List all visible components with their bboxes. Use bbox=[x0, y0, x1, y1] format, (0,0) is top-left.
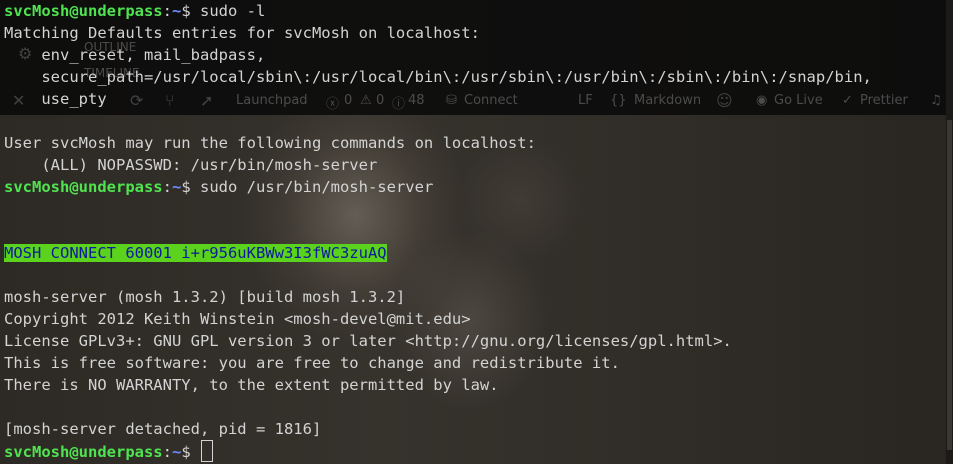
text-cursor[interactable] bbox=[201, 440, 213, 462]
prompt-user-host: svcMosh@underpass bbox=[4, 2, 163, 20]
prompt-symbol: $ bbox=[181, 443, 200, 461]
scrollbar[interactable] bbox=[946, 0, 953, 464]
prompt-user-host: svcMosh@underpass bbox=[4, 443, 163, 461]
output-line: Matching Defaults entries for svcMosh on… bbox=[4, 24, 480, 42]
prompt-path: ~ bbox=[171, 443, 182, 461]
terminal-output[interactable]: svcMosh@underpass:~$ sudo -l Matching Def… bbox=[4, 0, 943, 462]
output-line: Copyright 2012 Keith Winstein <mosh-deve… bbox=[4, 310, 471, 328]
output-line: secure_path=/usr/local/sbin\:/usr/local/… bbox=[4, 68, 872, 86]
prompt-separator: : bbox=[162, 178, 172, 196]
output-line: [mosh-server detached, pid = 1816] bbox=[4, 420, 322, 438]
output-line: (ALL) NOPASSWD: /usr/bin/mosh-server bbox=[4, 156, 378, 174]
output-line: env_reset, mail_badpass, bbox=[4, 46, 266, 64]
prompt-path: ~ bbox=[171, 2, 182, 20]
output-line: License GPLv3+: GNU GPL version 3 or lat… bbox=[4, 332, 732, 350]
prompt-line: svcMosh@underpass:~$ sudo -l bbox=[4, 0, 943, 22]
prompt-symbol: $ bbox=[181, 178, 200, 196]
prompt-symbol: $ bbox=[181, 2, 200, 20]
prompt-line: svcMosh@underpass:~$ bbox=[4, 440, 943, 462]
prompt-separator: : bbox=[162, 443, 172, 461]
prompt-path: ~ bbox=[171, 178, 182, 196]
scrollbar-thumb[interactable] bbox=[947, 120, 952, 450]
command-text: sudo /usr/bin/mosh-server bbox=[200, 178, 434, 196]
output-line: mosh-server (mosh 1.3.2) [build mosh 1.3… bbox=[4, 288, 406, 306]
output-line: There is NO WARRANTY, to the extent perm… bbox=[4, 376, 499, 394]
output-line: This is free software: you are free to c… bbox=[4, 354, 620, 372]
prompt-user-host: svcMosh@underpass bbox=[4, 178, 163, 196]
prompt-line: svcMosh@underpass:~$ sudo /usr/bin/mosh-… bbox=[4, 176, 943, 198]
mosh-connect-key: MOSH CONNECT 60001 i+r956uKBWw3I3fWC3zuA… bbox=[4, 244, 387, 262]
command-text: sudo -l bbox=[200, 2, 266, 20]
prompt-separator: : bbox=[162, 2, 172, 20]
output-line: User svcMosh may run the following comma… bbox=[4, 134, 536, 152]
output-line: use_pty bbox=[4, 90, 107, 108]
highlighted-output-line: MOSH CONNECT 60001 i+r956uKBWw3I3fWC3zuA… bbox=[4, 242, 943, 264]
